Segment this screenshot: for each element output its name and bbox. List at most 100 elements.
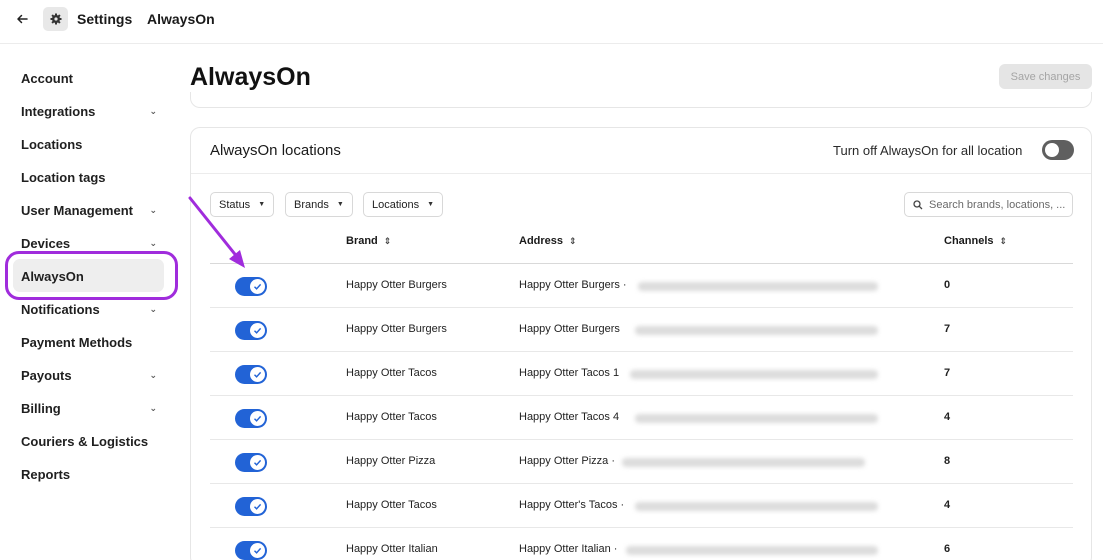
table-row: Happy Otter Italian Happy Otter Italian … xyxy=(210,528,1073,560)
row-channels: 7 xyxy=(944,323,951,335)
table-row: Happy Otter Tacos Happy Otter Tacos 1 7 xyxy=(210,352,1073,396)
redacted-address xyxy=(635,502,878,511)
search-input[interactable] xyxy=(929,198,1069,211)
locations-filter-button[interactable]: Locations ▼ xyxy=(363,192,444,217)
sidebar-item-location-tags[interactable]: Location tags xyxy=(21,166,161,188)
chevron-down-icon: ⌄ xyxy=(149,204,157,215)
alwayson-toggle[interactable] xyxy=(235,541,267,560)
row-brand: Happy Otter Pizza xyxy=(346,455,436,467)
table-row: Happy Otter Burgers Happy Otter Burgers … xyxy=(210,264,1073,308)
redacted-address xyxy=(622,458,865,467)
checkmark-icon xyxy=(250,367,265,382)
chevron-down-icon: ⌄ xyxy=(149,402,157,413)
checkmark-icon xyxy=(250,455,265,470)
checkmark-icon xyxy=(250,499,265,514)
redacted-address xyxy=(630,370,878,379)
redacted-address xyxy=(638,282,878,291)
row-address: Happy Otter Burgers · xyxy=(519,279,627,291)
save-changes-button[interactable]: Save changes xyxy=(999,64,1092,89)
checkmark-icon xyxy=(250,323,265,338)
alwayson-toggle[interactable] xyxy=(235,277,267,296)
alwayson-toggle[interactable] xyxy=(235,365,267,384)
sidebar-item-integrations[interactable]: Integrations ⌄ xyxy=(21,100,161,122)
alwayson-toggle[interactable] xyxy=(235,497,267,516)
turn-off-all-label: Turn off AlwaysOn for all location xyxy=(833,143,1023,158)
table-row: Happy Otter Pizza Happy Otter Pizza · 8 xyxy=(210,440,1073,484)
row-address: Happy Otter Italian · xyxy=(519,543,618,555)
sidebar-item-label: Payouts xyxy=(21,367,72,383)
row-channels: 4 xyxy=(944,499,951,511)
sidebar-item-payment-methods[interactable]: Payment Methods xyxy=(21,331,161,353)
caret-down-icon: ▼ xyxy=(427,201,435,208)
filter-label: Locations xyxy=(372,198,420,211)
alwayson-toggle[interactable] xyxy=(235,453,267,472)
chevron-down-icon: ⌄ xyxy=(149,105,157,116)
sidebar-item-label: Location tags xyxy=(21,169,106,185)
sidebar-item-user-management[interactable]: User Management ⌄ xyxy=(21,199,161,221)
row-brand: Happy Otter Tacos xyxy=(346,499,437,511)
previous-card-edge xyxy=(190,92,1092,108)
row-address: Happy Otter's Tacos · xyxy=(519,499,625,511)
sidebar-item-label: Devices xyxy=(21,235,71,251)
row-channels: 8 xyxy=(944,455,951,467)
status-filter-button[interactable]: Status ▼ xyxy=(210,192,275,217)
settings-icon-button[interactable] xyxy=(43,7,68,31)
back-button[interactable] xyxy=(13,10,31,28)
row-channels: 7 xyxy=(944,367,951,379)
sidebar-item-couriers-logistics[interactable]: Couriers & Logistics xyxy=(21,430,161,452)
search-icon xyxy=(913,199,923,209)
sidebar: Account Integrations ⌄ Locations Locatio… xyxy=(0,44,178,560)
column-header-label: Brand xyxy=(346,235,378,247)
sidebar-item-label: Payment Methods xyxy=(21,334,133,350)
sidebar-item-locations[interactable]: Locations xyxy=(21,133,161,155)
table-row: Happy Otter Burgers Happy Otter Burgers … xyxy=(210,308,1073,352)
sort-icon: ⇕ xyxy=(383,235,392,246)
alwayson-toggle[interactable] xyxy=(235,409,267,428)
filter-label: Brands xyxy=(294,198,329,211)
column-header-address[interactable]: Address ⇕ xyxy=(519,235,577,247)
column-header-channels[interactable]: Channels ⇕ xyxy=(944,235,1007,247)
card-title: AlwaysOn locations xyxy=(210,142,341,159)
card-divider xyxy=(191,173,1091,174)
sidebar-item-devices[interactable]: Devices ⌄ xyxy=(21,232,161,254)
row-channels: 6 xyxy=(944,543,951,555)
chevron-down-icon: ⌄ xyxy=(149,237,157,248)
alwayson-locations-card: AlwaysOn locations Turn off AlwaysOn for… xyxy=(190,127,1092,560)
filter-label: Status xyxy=(219,198,251,211)
gear-icon xyxy=(50,13,61,25)
page-title: AlwaysOn xyxy=(190,63,311,91)
breadcrumb-current: AlwaysOn xyxy=(147,11,215,27)
sidebar-item-label: Billing xyxy=(21,400,61,416)
column-header-label: Address xyxy=(519,235,564,247)
sidebar-item-label: Notifications xyxy=(21,301,100,317)
row-address: Happy Otter Pizza · xyxy=(519,455,615,467)
redacted-address xyxy=(635,326,878,335)
row-brand: Happy Otter Tacos xyxy=(346,411,437,423)
row-brand: Happy Otter Burgers xyxy=(346,279,447,291)
sidebar-item-reports[interactable]: Reports xyxy=(21,463,161,485)
sidebar-item-payouts[interactable]: Payouts ⌄ xyxy=(21,364,161,386)
chevron-down-icon: ⌄ xyxy=(149,369,157,380)
redacted-address xyxy=(635,414,878,423)
row-address: Happy Otter Tacos 4 xyxy=(519,411,620,423)
sidebar-item-billing[interactable]: Billing ⌄ xyxy=(21,397,161,419)
sidebar-item-alwayson[interactable]: AlwaysOn xyxy=(21,265,161,287)
sidebar-item-notifications[interactable]: Notifications ⌄ xyxy=(21,298,161,320)
row-address: Happy Otter Burgers xyxy=(519,323,620,335)
search-box[interactable] xyxy=(904,192,1073,217)
breadcrumb-settings[interactable]: Settings xyxy=(77,11,132,27)
row-channels: 0 xyxy=(944,279,951,291)
sidebar-item-label: Couriers & Logistics xyxy=(21,433,149,449)
turn-off-all-toggle[interactable] xyxy=(1042,140,1074,160)
row-brand: Happy Otter Tacos xyxy=(346,367,437,379)
checkmark-icon xyxy=(250,411,265,426)
redacted-address xyxy=(626,546,878,555)
brands-filter-button[interactable]: Brands ▼ xyxy=(285,192,353,217)
caret-down-icon: ▼ xyxy=(336,201,344,208)
column-header-brand[interactable]: Brand ⇕ xyxy=(346,235,391,247)
alwayson-toggle[interactable] xyxy=(235,321,267,340)
sidebar-item-account[interactable]: Account xyxy=(21,67,161,89)
column-header-label: Channels xyxy=(944,235,994,247)
sidebar-item-label: User Management xyxy=(21,202,133,218)
sort-icon: ⇕ xyxy=(569,235,577,246)
